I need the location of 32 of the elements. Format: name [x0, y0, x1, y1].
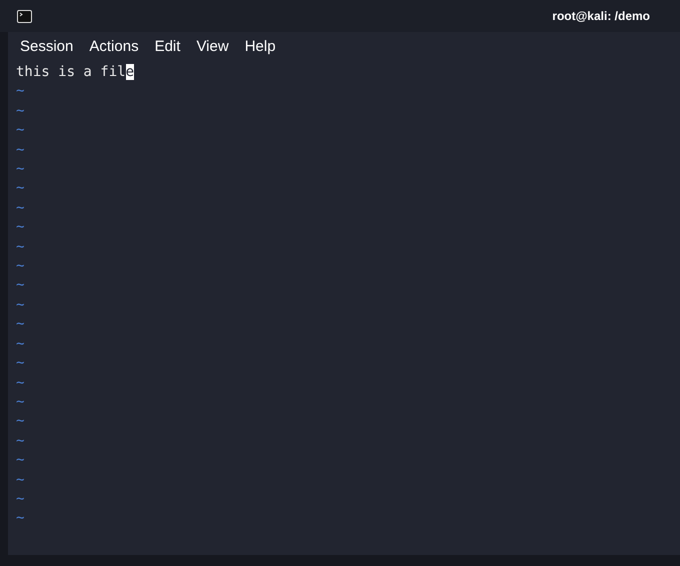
tilde-marker: ~	[16, 296, 24, 315]
tilde-marker: ~	[16, 354, 24, 374]
window-title: root@kali: /demo	[552, 8, 650, 25]
tilde-marker: ~	[16, 198, 24, 218]
tilde-marker: ~	[16, 432, 24, 451]
menu-item[interactable]: Session	[20, 36, 74, 58]
menu-item[interactable]: Edit	[154, 36, 180, 58]
tilde-marker: ~	[16, 160, 24, 180]
tilde-marker: ~	[16, 412, 24, 432]
tilde-marker: ~	[16, 102, 24, 121]
tilde-marker: ~	[16, 490, 24, 509]
tilde-marker: ~	[16, 121, 24, 140]
menu-item[interactable]: View	[196, 36, 229, 58]
tilde-marker: ~	[16, 257, 24, 276]
tilde-marker: ~	[16, 374, 24, 392]
menu-item[interactable]: Actions	[89, 36, 139, 58]
tilde-marker: ~	[16, 276, 24, 296]
tilde-marker: ~	[16, 470, 24, 490]
tilde-marker: ~	[16, 509, 24, 528]
tilde-marker: ~	[16, 179, 24, 198]
tilde-marker: ~	[16, 218, 24, 238]
menu-item[interactable]: Help	[244, 36, 276, 58]
tilde-marker: ~	[16, 238, 24, 257]
tilde-marker: ~	[16, 392, 24, 412]
tilde-marker: ~	[16, 315, 24, 334]
tilde-marker: ~	[16, 82, 24, 102]
tilde-marker: ~	[16, 334, 24, 354]
tilde-marker: ~	[16, 451, 24, 470]
terminal-icon	[17, 10, 32, 22]
tilde-marker: ~	[16, 140, 24, 160]
text-line: this is a file	[16, 63, 134, 82]
text-cursor: e	[126, 64, 134, 80]
